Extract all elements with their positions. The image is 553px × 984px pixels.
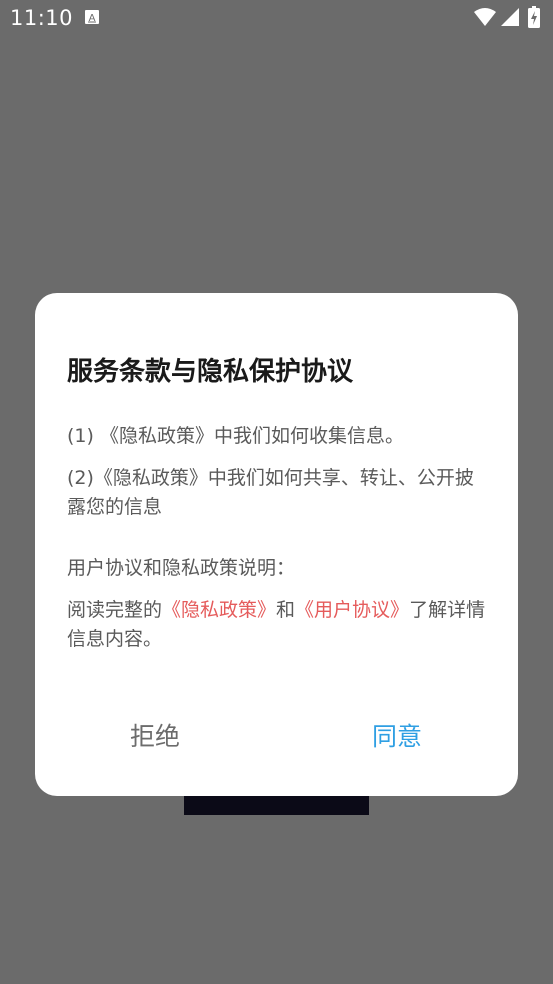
battery-charging-icon [528, 6, 540, 28]
dialog-title: 服务条款与隐私保护协议 [67, 357, 354, 387]
read-instructions: 阅读完整的《隐私政策》和《用户协议》了解详情信息内容。 [67, 596, 487, 654]
background-bar [184, 794, 369, 815]
read-prefix: 阅读完整的 [67, 599, 163, 621]
privacy-dialog: 服务条款与隐私保护协议 (1) 《隐私政策》中我们如何收集信息。 (2)《隐私政… [35, 293, 518, 796]
decline-button[interactable]: 拒绝 [55, 717, 255, 757]
agree-button[interactable]: 同意 [297, 717, 497, 757]
signal-icon [501, 8, 519, 26]
a-letter-icon: A [85, 10, 99, 24]
wifi-icon [474, 8, 496, 26]
item-collect-info: (1) 《隐私政策》中我们如何收集信息。 [67, 425, 404, 447]
item-share-info: (2)《隐私政策》中我们如何共享、转让、公开披露您的信息 [67, 467, 474, 518]
privacy-policy-link[interactable]: 《隐私政策》 [162, 599, 276, 621]
user-agreement-link[interactable]: 《用户协议》 [295, 599, 409, 621]
status-time: 11:10 [10, 6, 74, 30]
section-heading: 用户协议和隐私政策说明： [67, 557, 296, 579]
and-text: 和 [276, 599, 296, 621]
status-bar: 11:10 A [0, 0, 553, 38]
